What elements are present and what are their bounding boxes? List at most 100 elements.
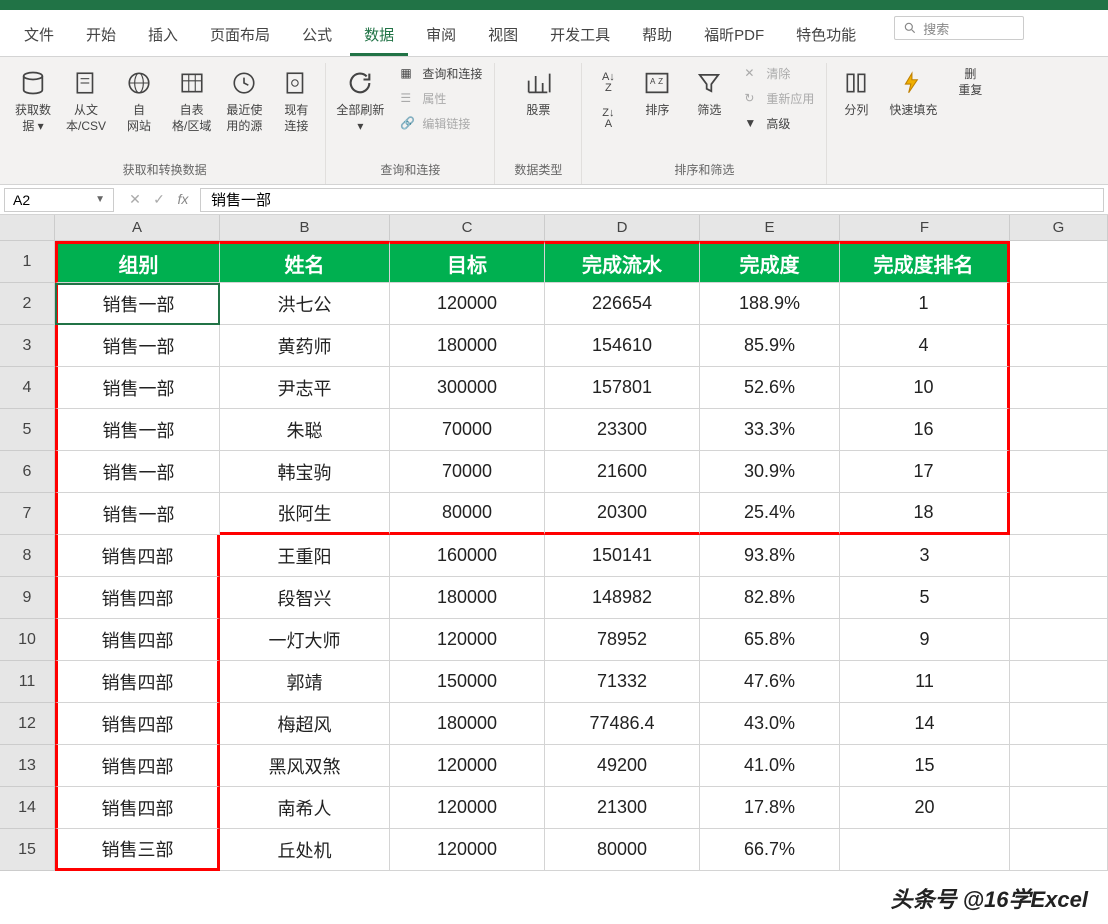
table-header[interactable]: 完成度 — [700, 241, 840, 283]
table-header[interactable]: 完成流水 — [545, 241, 700, 283]
cell-C6[interactable]: 70000 — [390, 451, 545, 493]
cell-B2[interactable]: 洪七公 — [220, 283, 390, 325]
text-to-columns-button[interactable]: 分列 — [835, 63, 877, 123]
cell-D7[interactable]: 20300 — [545, 493, 700, 535]
cell-D8[interactable]: 150141 — [545, 535, 700, 577]
search-input[interactable]: 搜索 — [894, 16, 1024, 40]
select-all-corner[interactable] — [0, 215, 55, 241]
tab-pdf[interactable]: 福昕PDF — [690, 16, 778, 56]
cell-D5[interactable]: 23300 — [545, 409, 700, 451]
cell-C12[interactable]: 180000 — [390, 703, 545, 745]
cell-G8[interactable] — [1010, 535, 1108, 577]
cell-C2[interactable]: 120000 — [390, 283, 545, 325]
row-header-10[interactable]: 10 — [0, 619, 55, 661]
cell-C11[interactable]: 150000 — [390, 661, 545, 703]
cell-F9[interactable]: 5 — [840, 577, 1010, 619]
cell-E5[interactable]: 33.3% — [700, 409, 840, 451]
sort-az-button[interactable]: A↓Z Z↓A — [590, 63, 626, 139]
cell-B9[interactable]: 段智兴 — [220, 577, 390, 619]
tab-insert[interactable]: 插入 — [134, 16, 192, 56]
formula-bar[interactable]: 销售一部 — [200, 188, 1104, 212]
cell-G9[interactable] — [1010, 577, 1108, 619]
cell-A7[interactable]: 销售一部 — [55, 493, 220, 535]
row-header-4[interactable]: 4 — [0, 367, 55, 409]
col-header-C[interactable]: C — [390, 215, 545, 241]
existing-conn-button[interactable]: 现有 连接 — [275, 63, 317, 138]
cell-C13[interactable]: 120000 — [390, 745, 545, 787]
cell-A12[interactable]: 销售四部 — [55, 703, 220, 745]
row-header-5[interactable]: 5 — [0, 409, 55, 451]
cell-D11[interactable]: 71332 — [545, 661, 700, 703]
cell-E13[interactable]: 41.0% — [700, 745, 840, 787]
recent-sources-button[interactable]: 最近使 用的源 — [223, 63, 265, 138]
cell-A14[interactable]: 销售四部 — [55, 787, 220, 829]
tab-formula[interactable]: 公式 — [288, 16, 346, 56]
cell-B15[interactable]: 丘处机 — [220, 829, 390, 871]
cell-D3[interactable]: 154610 — [545, 325, 700, 367]
cell-B6[interactable]: 韩宝驹 — [220, 451, 390, 493]
cell-F10[interactable]: 9 — [840, 619, 1010, 661]
cell-G6[interactable] — [1010, 451, 1108, 493]
cell-A2[interactable]: 销售一部 — [55, 283, 220, 325]
row-header-11[interactable]: 11 — [0, 661, 55, 703]
cell-A11[interactable]: 销售四部 — [55, 661, 220, 703]
cell-G10[interactable] — [1010, 619, 1108, 661]
cell-B4[interactable]: 尹志平 — [220, 367, 390, 409]
cell-E4[interactable]: 52.6% — [700, 367, 840, 409]
cell-E8[interactable]: 93.8% — [700, 535, 840, 577]
cell-D6[interactable]: 21600 — [545, 451, 700, 493]
cell-B13[interactable]: 黑风双煞 — [220, 745, 390, 787]
cell-D4[interactable]: 157801 — [545, 367, 700, 409]
row-header-8[interactable]: 8 — [0, 535, 55, 577]
cell-D15[interactable]: 80000 — [545, 829, 700, 871]
cell-G12[interactable] — [1010, 703, 1108, 745]
tab-file[interactable]: 文件 — [10, 16, 68, 56]
cell-C3[interactable]: 180000 — [390, 325, 545, 367]
clear-filter-button[interactable]: ✕清除 — [740, 63, 818, 84]
cell-D13[interactable]: 49200 — [545, 745, 700, 787]
cell-F6[interactable]: 17 — [840, 451, 1010, 493]
cell-B5[interactable]: 朱聪 — [220, 409, 390, 451]
cell-E3[interactable]: 85.9% — [700, 325, 840, 367]
tab-layout[interactable]: 页面布局 — [196, 16, 284, 56]
tab-view[interactable]: 视图 — [474, 16, 532, 56]
cell-E6[interactable]: 30.9% — [700, 451, 840, 493]
cell-G1[interactable] — [1010, 241, 1108, 283]
row-header-2[interactable]: 2 — [0, 283, 55, 325]
cell-E14[interactable]: 17.8% — [700, 787, 840, 829]
edit-links-button[interactable]: 🔗编辑链接 — [396, 113, 486, 134]
cell-B3[interactable]: 黄药师 — [220, 325, 390, 367]
row-header-1[interactable]: 1 — [0, 241, 55, 283]
col-header-E[interactable]: E — [700, 215, 840, 241]
cell-C10[interactable]: 120000 — [390, 619, 545, 661]
cell-A6[interactable]: 销售一部 — [55, 451, 220, 493]
remove-dup-button[interactable]: 删 重复 — [949, 63, 991, 102]
row-header-14[interactable]: 14 — [0, 787, 55, 829]
cell-G11[interactable] — [1010, 661, 1108, 703]
cell-B10[interactable]: 一灯大师 — [220, 619, 390, 661]
tab-dev[interactable]: 开发工具 — [536, 16, 624, 56]
cell-C14[interactable]: 120000 — [390, 787, 545, 829]
cell-D14[interactable]: 21300 — [545, 787, 700, 829]
table-header[interactable]: 目标 — [390, 241, 545, 283]
row-header-7[interactable]: 7 — [0, 493, 55, 535]
col-header-A[interactable]: A — [55, 215, 220, 241]
cell-B8[interactable]: 王重阳 — [220, 535, 390, 577]
row-header-6[interactable]: 6 — [0, 451, 55, 493]
queries-connections-button[interactable]: ▦查询和连接 — [396, 63, 486, 84]
cell-C4[interactable]: 300000 — [390, 367, 545, 409]
cell-F7[interactable]: 18 — [840, 493, 1010, 535]
from-web-button[interactable]: 自 网站 — [118, 63, 160, 138]
sort-button[interactable]: AZ 排序 — [636, 63, 678, 123]
cell-F15[interactable] — [840, 829, 1010, 871]
cell-F8[interactable]: 3 — [840, 535, 1010, 577]
cell-E10[interactable]: 65.8% — [700, 619, 840, 661]
cell-B14[interactable]: 南希人 — [220, 787, 390, 829]
cell-D9[interactable]: 148982 — [545, 577, 700, 619]
from-table-button[interactable]: 自表 格/区域 — [170, 63, 213, 138]
reapply-button[interactable]: ↻重新应用 — [740, 88, 818, 109]
cell-C5[interactable]: 70000 — [390, 409, 545, 451]
cell-B7[interactable]: 张阿生 — [220, 493, 390, 535]
properties-button[interactable]: ☰属性 — [396, 88, 486, 109]
cell-G5[interactable] — [1010, 409, 1108, 451]
